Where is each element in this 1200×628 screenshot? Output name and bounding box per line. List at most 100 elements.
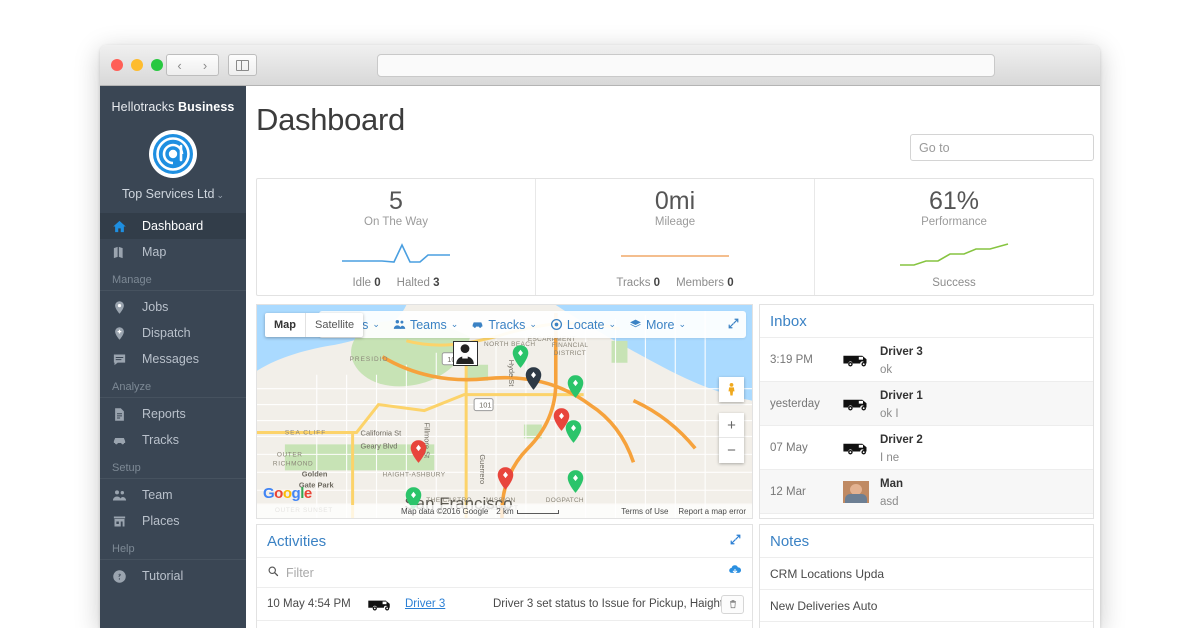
chevron-down-icon: ⌄	[529, 319, 537, 329]
list-item[interactable]: New Deliveries Auto	[760, 590, 1093, 622]
table-row[interactable]: 10 May 4:53 PMDriver 3Tracking active	[257, 621, 752, 628]
inbox-title: Inbox	[760, 305, 1093, 338]
map-panel[interactable]: PRESIDIO SEA CLIFF OUTER RICHMOND Golden…	[256, 304, 753, 519]
map-marker-green[interactable]	[567, 375, 584, 398]
company-switcher[interactable]: Top Services Ltd ⌄	[100, 187, 246, 201]
sidebar-item-dashboard[interactable]: Dashboard	[100, 213, 246, 239]
sidebar-item-map[interactable]: Map	[100, 239, 246, 265]
search-icon	[267, 564, 279, 582]
sidebar-toggle-button[interactable]	[228, 54, 257, 76]
question-icon	[112, 569, 132, 584]
stat-footer: Success	[932, 277, 975, 289]
stat-foot-item: Idle 0	[352, 277, 380, 289]
maximize-window-button[interactable]	[151, 59, 163, 71]
svg-text:SEA CLIFF: SEA CLIFF	[285, 429, 326, 436]
report-map-error-link[interactable]: Report a map error	[678, 507, 746, 516]
zoom-in-button[interactable]: +	[719, 413, 744, 438]
hellotracks-logo-icon	[153, 134, 193, 174]
target-icon	[550, 318, 563, 331]
company-name-label: Top Services Ltd	[122, 187, 215, 201]
sidebar-item-tracks[interactable]: Tracks	[100, 427, 246, 453]
stat-foot-label: Tracks	[616, 277, 651, 290]
activity-actor[interactable]: Driver 3	[405, 598, 493, 610]
list-item[interactable]: CRM Locations Upda	[760, 558, 1093, 590]
inbox-row[interactable]: 07 May Driver 2 I ne	[760, 426, 1093, 470]
forward-button[interactable]: ›	[192, 54, 219, 76]
notes-rows: CRM Locations Upda New Deliveries Auto Exp…	[760, 558, 1093, 628]
map-marker-red[interactable]	[497, 467, 514, 490]
activity-time: 10 May 4:54 PM	[267, 598, 351, 610]
map-toolbar-teams[interactable]: Teams ⌄	[393, 318, 458, 332]
terms-of-use-link[interactable]: Terms of Use	[621, 507, 668, 516]
map-expand-icon[interactable]	[727, 317, 740, 333]
address-bar[interactable]	[377, 54, 995, 77]
inbox-row[interactable]: 12 Mar Man asd	[760, 470, 1093, 514]
map-marker-red[interactable]	[553, 408, 570, 431]
map-toolbar-label: Locate	[566, 317, 605, 332]
team-member-avatar-marker[interactable]	[453, 341, 478, 366]
chevron-down-icon: ⌄	[372, 319, 380, 329]
svg-text:RICHMOND: RICHMOND	[273, 460, 313, 467]
inbox-text: Driver 1 ok I	[880, 386, 923, 422]
pegman-streetview-control[interactable]	[719, 377, 744, 402]
map-marker-green[interactable]	[567, 470, 584, 493]
sidebar-item-reports[interactable]: Reports	[100, 401, 246, 427]
table-row[interactable]: 10 May 4:54 PM Driver 3 Driver 3 set statu…	[257, 588, 752, 621]
filter-input[interactable]: Filter	[286, 566, 314, 580]
stat-foot-item: Members 0	[676, 277, 734, 289]
inbox-avatar	[841, 480, 871, 503]
sidebar-item-messages[interactable]: Messages	[100, 346, 246, 372]
brand-prefix: Hellotracks	[111, 100, 179, 114]
sidebar-item-jobs[interactable]: Jobs	[100, 294, 246, 320]
car-icon	[112, 433, 132, 448]
expand-icon[interactable]	[729, 533, 742, 550]
store-icon	[112, 514, 127, 529]
svg-text:California St: California St	[361, 428, 403, 437]
activity-actor-link[interactable]: Driver 3	[405, 598, 445, 610]
svg-text:Guerrero: Guerrero	[478, 454, 487, 484]
map-toolbar-tracks[interactable]: Tracks ⌄	[471, 318, 537, 332]
stat-foot-label: Idle	[352, 277, 372, 290]
stat-foot-item: Success	[932, 277, 975, 289]
minimize-window-button[interactable]	[131, 59, 143, 71]
target-icon	[550, 318, 563, 331]
sidebar-item-places[interactable]: Places	[100, 508, 246, 534]
map-toolbar-more[interactable]: More ⌄	[629, 318, 686, 332]
svg-text:OUTER: OUTER	[277, 451, 303, 458]
close-window-button[interactable]	[111, 59, 123, 71]
map-marker-green[interactable]	[512, 345, 529, 368]
car-icon	[112, 433, 127, 448]
zoom-out-button[interactable]: −	[719, 438, 744, 463]
trash-icon	[728, 599, 738, 609]
map-type-satellite[interactable]: Satellite	[306, 313, 363, 337]
inbox-row[interactable]: 3:19 PM Driver 3 ok	[760, 338, 1093, 382]
map-toolbar-label: Tracks	[488, 317, 526, 332]
svg-text:DISTRICT: DISTRICT	[554, 350, 586, 357]
activities-filter[interactable]: Filter	[257, 558, 752, 588]
stat-foot-label: Success	[932, 277, 976, 290]
car-icon	[471, 318, 484, 331]
sidebar-item-dispatch[interactable]: Dispatch	[100, 320, 246, 346]
inbox-message: ok I	[880, 407, 899, 420]
map-toolbar-locate[interactable]: Locate ⌄	[550, 318, 616, 332]
inbox-row[interactable]: yesterday Driver 1 ok I	[760, 382, 1093, 426]
stat-value: 5	[389, 187, 403, 215]
goto-search-input[interactable]: Go to	[910, 134, 1094, 161]
list-item[interactable]: Export reports for la	[760, 622, 1093, 628]
activity-icon	[367, 596, 405, 613]
cloud-download-icon[interactable]	[728, 563, 742, 582]
delete-activity-button[interactable]	[721, 594, 744, 614]
stat-sparkline	[900, 243, 1009, 267]
back-button[interactable]: ‹	[166, 54, 193, 76]
inbox-time: 07 May	[770, 441, 808, 454]
map-marker-red[interactable]	[410, 440, 427, 463]
map-type-map[interactable]: Map	[265, 313, 306, 337]
company-logo	[149, 130, 197, 178]
sidebar-item-tutorial[interactable]: Tutorial	[100, 563, 246, 589]
map-marker-dark[interactable]	[525, 367, 542, 390]
activities-header: Activities	[257, 525, 752, 558]
inbox-avatar	[841, 437, 871, 459]
sidebar-item-team[interactable]: Team	[100, 482, 246, 508]
inbox-message: asd	[880, 495, 899, 508]
map-type-toggle[interactable]: Map Satellite	[265, 313, 364, 337]
